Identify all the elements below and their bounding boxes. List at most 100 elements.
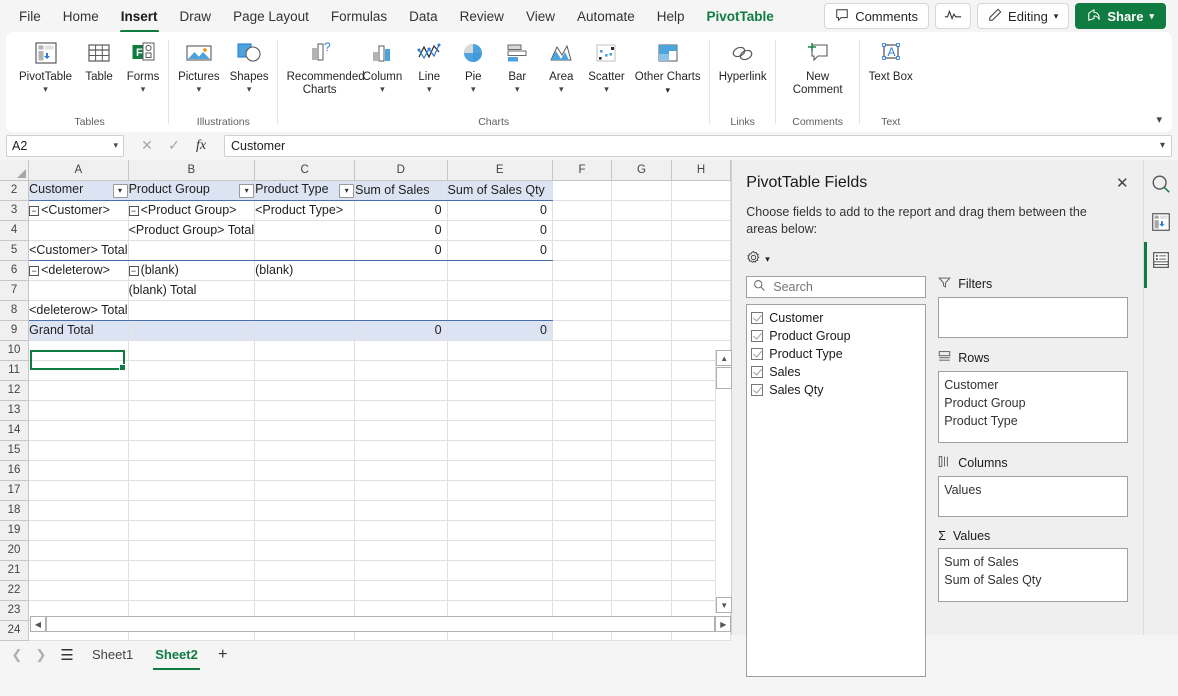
cell-e8[interactable] [447,300,552,320]
cell-c8[interactable] [255,300,355,320]
row-header-2[interactable]: 2 [0,180,29,200]
cell-b13[interactable] [128,400,255,420]
cell-a6[interactable]: −<deleterow> [29,260,128,280]
cell-b8[interactable] [128,300,255,320]
cell-f12[interactable] [552,380,611,400]
cell-c16[interactable] [255,460,355,480]
cell-b9[interactable] [128,320,255,340]
tab-view[interactable]: View [515,5,566,28]
cell-b11[interactable] [128,360,255,380]
cell-f10[interactable] [552,340,611,360]
row-header-15[interactable]: 15 [0,440,29,460]
cell-d6[interactable] [355,260,447,280]
chevron-down-icon[interactable]: ▾ [765,254,770,265]
field-list[interactable]: Customer Product Group Product Type Sale… [746,304,926,677]
chevron-down-icon[interactable]: ▾ [113,140,118,151]
cell-a14[interactable] [29,420,128,440]
cell-d3[interactable]: 0 [355,200,447,220]
cell-e18[interactable] [447,500,552,520]
cell-f13[interactable] [552,400,611,420]
recommended-charts-button[interactable]: ? Recommended Charts [282,32,358,97]
cell-a2[interactable]: ▾ Customer [29,180,128,200]
row-header-18[interactable]: 18 [0,500,29,520]
hamburger-icon[interactable]: ☰ [54,644,80,666]
cell-b5[interactable] [128,240,255,260]
formula-input[interactable]: Customer ▾ [224,135,1172,157]
cell-c14[interactable] [255,420,355,440]
cell-h3[interactable] [671,200,731,220]
scatter-chart-button[interactable]: Scatter ▾ [583,32,629,94]
chevron-right-icon[interactable]: ❯ [30,644,52,666]
column-header-e[interactable]: E [447,160,552,180]
cell-f6[interactable] [552,260,611,280]
row-header-10[interactable]: 10 [0,340,29,360]
cell-e6[interactable] [447,260,552,280]
cell-f9[interactable] [552,320,611,340]
cell-d13[interactable] [355,400,447,420]
row-header-3[interactable]: 3 [0,200,29,220]
cell-c3[interactable]: <Product Type> [255,200,355,220]
scroll-left-button[interactable]: ◀ [30,616,46,632]
cell-f4[interactable] [552,220,611,240]
chevron-down-icon[interactable]: ▾ [197,85,202,94]
chevron-down-icon[interactable]: ▾ [604,85,609,94]
area-item-values[interactable]: Values [944,481,1127,499]
cell-c4[interactable] [255,220,355,240]
cell-g11[interactable] [612,360,672,380]
chevron-down-icon[interactable]: ▾ [43,85,48,94]
cell-b7[interactable]: (blank) Total [128,280,255,300]
tab-automate[interactable]: Automate [566,5,646,28]
cell-c6[interactable]: (blank) [255,260,355,280]
cell-f17[interactable] [552,480,611,500]
cell-h4[interactable] [671,220,731,240]
cell-e7[interactable] [447,280,552,300]
tab-home[interactable]: Home [52,5,110,28]
cell-f19[interactable] [552,520,611,540]
cell-e2[interactable]: Sum of Sales Qty [447,180,552,200]
cell-d11[interactable] [355,360,447,380]
cell-e20[interactable] [447,540,552,560]
row-header-23[interactable]: 23 [0,600,29,620]
cell-f15[interactable] [552,440,611,460]
tab-pivottable[interactable]: PivotTable [696,5,785,28]
cell-f18[interactable] [552,500,611,520]
chevron-down-icon[interactable]: ▾ [247,85,252,94]
cell-g4[interactable] [612,220,672,240]
cell-a15[interactable] [29,440,128,460]
row-header-20[interactable]: 20 [0,540,29,560]
cell-f7[interactable] [552,280,611,300]
collapse-expander-icon[interactable]: − [29,266,39,276]
cell-d7[interactable] [355,280,447,300]
column-header-h[interactable]: H [671,160,731,180]
search-input[interactable]: Search [746,276,926,298]
cell-f14[interactable] [552,420,611,440]
area-box-columns[interactable]: Values [938,476,1128,517]
cell-g12[interactable] [612,380,672,400]
close-icon[interactable]: ✕ [1116,174,1129,192]
cell-g8[interactable] [612,300,672,320]
cell-b15[interactable] [128,440,255,460]
cell-e19[interactable] [447,520,552,540]
column-header-g[interactable]: G [612,160,672,180]
cell-c19[interactable] [255,520,355,540]
row-header-4[interactable]: 4 [0,220,29,240]
area-item-customer[interactable]: Customer [944,376,1127,394]
cell-b18[interactable] [128,500,255,520]
filter-dropdown-icon[interactable]: ▾ [239,184,254,198]
area-box-rows[interactable]: Customer Product Group Product Type [938,371,1128,443]
cell-a7[interactable] [29,280,128,300]
cell-d10[interactable] [355,340,447,360]
checkbox-icon[interactable] [751,384,763,396]
cell-a4[interactable] [29,220,128,240]
cell-a3[interactable]: −<Customer> [29,200,128,220]
chevron-down-icon[interactable]: ▾ [515,85,520,94]
cell-g17[interactable] [612,480,672,500]
name-box[interactable]: A2 ▾ [6,135,124,157]
fx-icon[interactable]: fx [188,135,214,157]
cell-a19[interactable] [29,520,128,540]
cell-b3[interactable]: −<Product Group> [128,200,255,220]
cell-e11[interactable] [447,360,552,380]
cell-a11[interactable] [29,360,128,380]
sheet-tab-sheet2[interactable]: Sheet2 [145,644,208,665]
cell-e13[interactable] [447,400,552,420]
